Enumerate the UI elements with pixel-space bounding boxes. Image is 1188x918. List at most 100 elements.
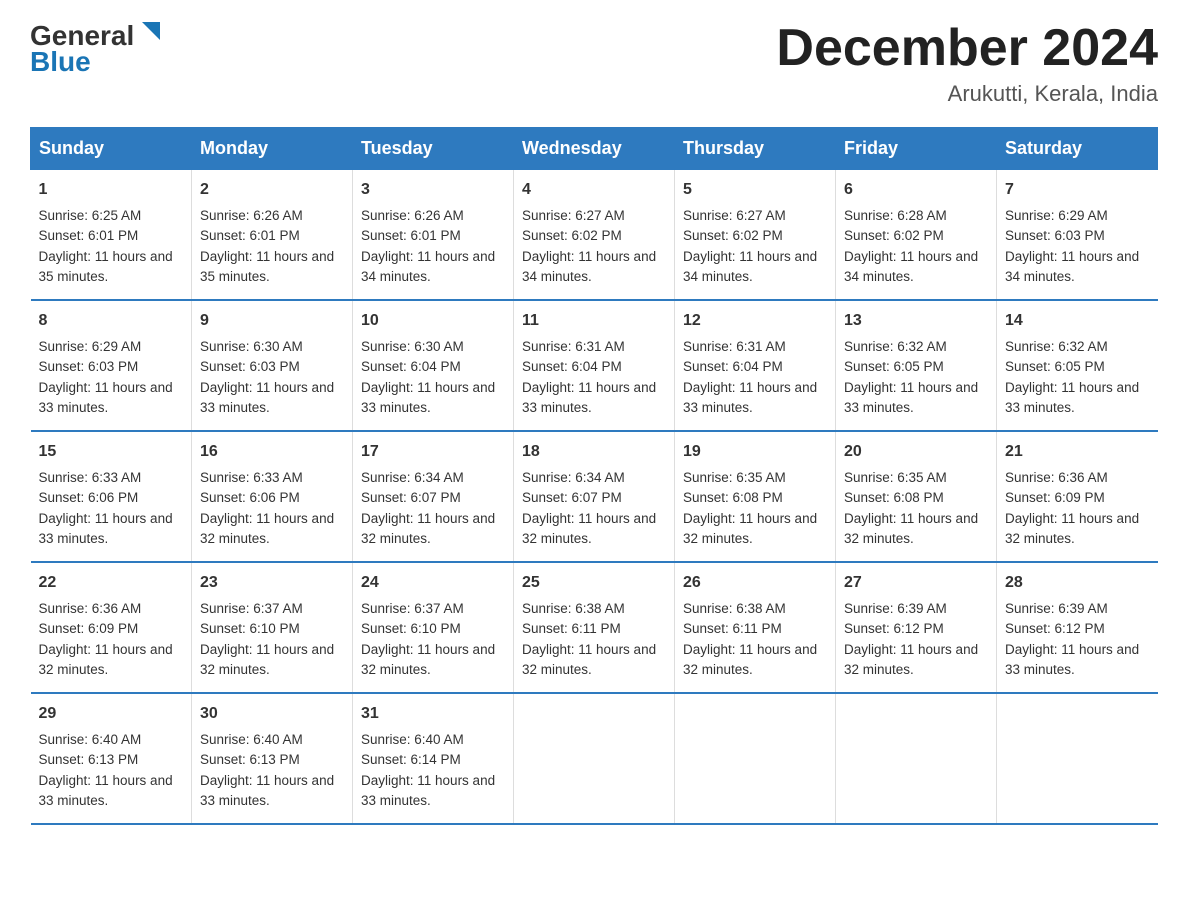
day-number: 21 — [1005, 440, 1150, 464]
daylight-text: Daylight: 11 hours and 32 minutes. — [683, 642, 817, 677]
calendar-cell — [836, 693, 997, 824]
sunrise-text: Sunrise: 6:34 AM — [522, 470, 625, 485]
calendar-cell: 8Sunrise: 6:29 AMSunset: 6:03 PMDaylight… — [31, 300, 192, 431]
sunrise-text: Sunrise: 6:30 AM — [361, 339, 464, 354]
calendar-week-row: 15Sunrise: 6:33 AMSunset: 6:06 PMDayligh… — [31, 431, 1158, 562]
sunrise-text: Sunrise: 6:32 AM — [1005, 339, 1108, 354]
daylight-text: Daylight: 11 hours and 33 minutes. — [39, 773, 173, 808]
sunset-text: Sunset: 6:08 PM — [683, 490, 783, 505]
day-number: 18 — [522, 440, 666, 464]
calendar-cell: 29Sunrise: 6:40 AMSunset: 6:13 PMDayligh… — [31, 693, 192, 824]
sunset-text: Sunset: 6:04 PM — [522, 359, 622, 374]
daylight-text: Daylight: 11 hours and 33 minutes. — [1005, 380, 1139, 415]
daylight-text: Daylight: 11 hours and 33 minutes. — [200, 773, 334, 808]
sunrise-text: Sunrise: 6:35 AM — [844, 470, 947, 485]
daylight-text: Daylight: 11 hours and 32 minutes. — [39, 642, 173, 677]
col-wednesday: Wednesday — [514, 128, 675, 170]
day-number: 7 — [1005, 178, 1150, 202]
day-number: 4 — [522, 178, 666, 202]
sunrise-text: Sunrise: 6:33 AM — [200, 470, 303, 485]
day-number: 10 — [361, 309, 505, 333]
sunset-text: Sunset: 6:07 PM — [361, 490, 461, 505]
daylight-text: Daylight: 11 hours and 33 minutes. — [361, 773, 495, 808]
day-number: 29 — [39, 702, 184, 726]
calendar-cell: 24Sunrise: 6:37 AMSunset: 6:10 PMDayligh… — [353, 562, 514, 693]
sunset-text: Sunset: 6:12 PM — [1005, 621, 1105, 636]
sunset-text: Sunset: 6:10 PM — [361, 621, 461, 636]
daylight-text: Daylight: 11 hours and 33 minutes. — [522, 380, 656, 415]
day-number: 16 — [200, 440, 344, 464]
calendar-cell: 22Sunrise: 6:36 AMSunset: 6:09 PMDayligh… — [31, 562, 192, 693]
sunrise-text: Sunrise: 6:31 AM — [683, 339, 786, 354]
day-number: 22 — [39, 571, 184, 595]
calendar-cell: 5Sunrise: 6:27 AMSunset: 6:02 PMDaylight… — [675, 170, 836, 301]
calendar-body: 1Sunrise: 6:25 AMSunset: 6:01 PMDaylight… — [31, 170, 1158, 825]
calendar-cell: 13Sunrise: 6:32 AMSunset: 6:05 PMDayligh… — [836, 300, 997, 431]
logo-arrow-icon — [136, 16, 166, 46]
sunset-text: Sunset: 6:02 PM — [522, 228, 622, 243]
day-number: 19 — [683, 440, 827, 464]
sunrise-text: Sunrise: 6:32 AM — [844, 339, 947, 354]
sunrise-text: Sunrise: 6:26 AM — [200, 208, 303, 223]
calendar-cell: 21Sunrise: 6:36 AMSunset: 6:09 PMDayligh… — [997, 431, 1158, 562]
sunrise-text: Sunrise: 6:36 AM — [39, 601, 142, 616]
calendar-cell: 10Sunrise: 6:30 AMSunset: 6:04 PMDayligh… — [353, 300, 514, 431]
calendar-cell: 18Sunrise: 6:34 AMSunset: 6:07 PMDayligh… — [514, 431, 675, 562]
calendar-cell: 2Sunrise: 6:26 AMSunset: 6:01 PMDaylight… — [192, 170, 353, 301]
title-block: December 2024 Arukutti, Kerala, India — [776, 20, 1158, 107]
calendar-cell: 26Sunrise: 6:38 AMSunset: 6:11 PMDayligh… — [675, 562, 836, 693]
sunrise-text: Sunrise: 6:37 AM — [361, 601, 464, 616]
sunset-text: Sunset: 6:13 PM — [200, 752, 300, 767]
main-title: December 2024 — [776, 20, 1158, 77]
calendar-table: Sunday Monday Tuesday Wednesday Thursday… — [30, 127, 1158, 825]
day-number: 8 — [39, 309, 184, 333]
sunrise-text: Sunrise: 6:33 AM — [39, 470, 142, 485]
sunset-text: Sunset: 6:11 PM — [683, 621, 782, 636]
calendar-cell — [675, 693, 836, 824]
calendar-cell — [997, 693, 1158, 824]
calendar-cell: 6Sunrise: 6:28 AMSunset: 6:02 PMDaylight… — [836, 170, 997, 301]
day-number: 12 — [683, 309, 827, 333]
sunset-text: Sunset: 6:07 PM — [522, 490, 622, 505]
calendar-cell: 14Sunrise: 6:32 AMSunset: 6:05 PMDayligh… — [997, 300, 1158, 431]
daylight-text: Daylight: 11 hours and 32 minutes. — [200, 642, 334, 677]
sunrise-text: Sunrise: 6:38 AM — [683, 601, 786, 616]
sunset-text: Sunset: 6:03 PM — [39, 359, 139, 374]
daylight-text: Daylight: 11 hours and 33 minutes. — [844, 380, 978, 415]
sunset-text: Sunset: 6:12 PM — [844, 621, 944, 636]
day-number: 30 — [200, 702, 344, 726]
daylight-text: Daylight: 11 hours and 33 minutes. — [361, 380, 495, 415]
sunrise-text: Sunrise: 6:36 AM — [1005, 470, 1108, 485]
day-number: 2 — [200, 178, 344, 202]
col-tuesday: Tuesday — [353, 128, 514, 170]
calendar-cell: 20Sunrise: 6:35 AMSunset: 6:08 PMDayligh… — [836, 431, 997, 562]
sunrise-text: Sunrise: 6:34 AM — [361, 470, 464, 485]
sunrise-text: Sunrise: 6:29 AM — [1005, 208, 1108, 223]
sunrise-text: Sunrise: 6:35 AM — [683, 470, 786, 485]
calendar-cell: 23Sunrise: 6:37 AMSunset: 6:10 PMDayligh… — [192, 562, 353, 693]
daylight-text: Daylight: 11 hours and 35 minutes. — [200, 249, 334, 284]
sunset-text: Sunset: 6:02 PM — [683, 228, 783, 243]
daylight-text: Daylight: 11 hours and 34 minutes. — [1005, 249, 1139, 284]
page-header: General Blue December 2024 Arukutti, Ker… — [30, 20, 1158, 107]
logo: General Blue — [30, 20, 166, 78]
calendar-cell: 16Sunrise: 6:33 AMSunset: 6:06 PMDayligh… — [192, 431, 353, 562]
day-number: 27 — [844, 571, 988, 595]
sunset-text: Sunset: 6:08 PM — [844, 490, 944, 505]
calendar-cell: 28Sunrise: 6:39 AMSunset: 6:12 PMDayligh… — [997, 562, 1158, 693]
daylight-text: Daylight: 11 hours and 33 minutes. — [1005, 642, 1139, 677]
day-number: 24 — [361, 571, 505, 595]
sunset-text: Sunset: 6:01 PM — [361, 228, 461, 243]
sunset-text: Sunset: 6:03 PM — [1005, 228, 1105, 243]
sunset-text: Sunset: 6:09 PM — [1005, 490, 1105, 505]
day-number: 13 — [844, 309, 988, 333]
sunset-text: Sunset: 6:01 PM — [39, 228, 139, 243]
sunrise-text: Sunrise: 6:29 AM — [39, 339, 142, 354]
day-number: 28 — [1005, 571, 1150, 595]
calendar-cell: 25Sunrise: 6:38 AMSunset: 6:11 PMDayligh… — [514, 562, 675, 693]
sunrise-text: Sunrise: 6:26 AM — [361, 208, 464, 223]
col-thursday: Thursday — [675, 128, 836, 170]
daylight-text: Daylight: 11 hours and 32 minutes. — [200, 511, 334, 546]
sunrise-text: Sunrise: 6:37 AM — [200, 601, 303, 616]
day-number: 25 — [522, 571, 666, 595]
